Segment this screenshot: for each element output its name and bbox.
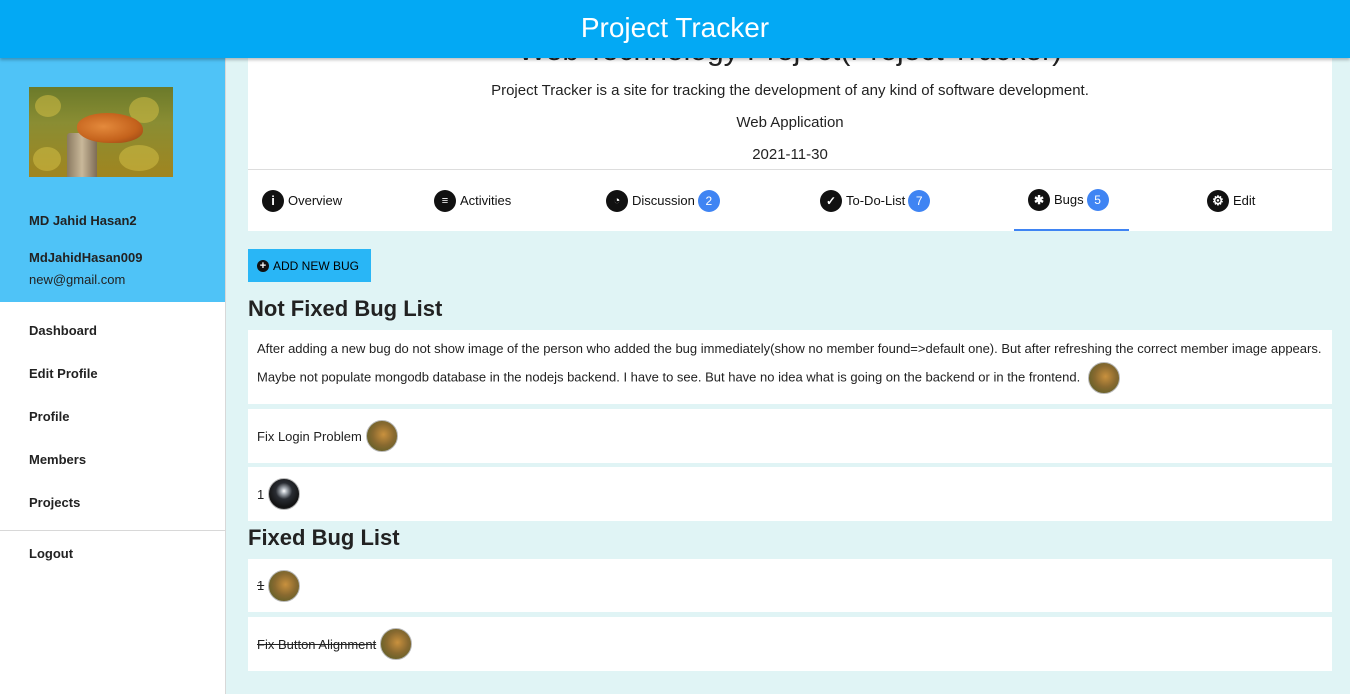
plus-circle-icon: + bbox=[257, 259, 269, 272]
tab-bugs[interactable]: ✱ Bugs 5 bbox=[1014, 170, 1129, 231]
project-description: Project Tracker is a site for tracking t… bbox=[491, 82, 1089, 99]
member-avatar bbox=[268, 478, 301, 510]
bug-icon: ✱ bbox=[1028, 188, 1050, 211]
member-avatar bbox=[380, 628, 413, 660]
nav-item-projects[interactable]: Projects bbox=[0, 481, 225, 524]
project-tabs: i Overview ≡ Activities ◔ Discussion 2 ✓… bbox=[248, 169, 1332, 231]
not-fixed-bug-list-title: Not Fixed Bug List bbox=[248, 296, 443, 321]
nav-divider bbox=[0, 530, 225, 531]
nav-item-profile[interactable]: Profile bbox=[0, 395, 225, 438]
project-date: 2021-11-30 bbox=[752, 146, 828, 163]
bugs-count-badge: 5 bbox=[1086, 188, 1109, 211]
profile-avatar bbox=[29, 87, 173, 177]
nav-item-logout[interactable]: Logout bbox=[0, 532, 225, 575]
add-new-bug-label: ADD NEW BUG bbox=[273, 258, 360, 273]
bug-item[interactable]: Fix Login Problem bbox=[248, 409, 1332, 463]
tab-label: Bugs bbox=[1054, 192, 1084, 207]
bug-text: 1 bbox=[257, 486, 265, 502]
sidebar: MD Jahid Hasan2 MdJahidHasan009 new@gmai… bbox=[0, 58, 226, 694]
member-avatar bbox=[1087, 362, 1120, 394]
fixed-bug-item[interactable]: Fix Button Alignment bbox=[248, 617, 1332, 671]
fixed-bug-item[interactable]: 1 bbox=[248, 559, 1332, 612]
project-type: Web Application bbox=[736, 114, 844, 131]
comments-icon: ◔ bbox=[606, 189, 628, 212]
app-title: Project Tracker bbox=[580, 12, 770, 43]
nav-item-dashboard[interactable]: Dashboard bbox=[0, 309, 225, 352]
tab-edit[interactable]: ⚙ Edit bbox=[1207, 170, 1255, 231]
bug-item[interactable]: 1 bbox=[248, 467, 1332, 521]
tab-label: Activities bbox=[460, 193, 512, 208]
project-title: Web Technology Project(Project Tracker) bbox=[248, 58, 1332, 68]
info-icon: i bbox=[262, 189, 284, 212]
member-avatar bbox=[365, 420, 398, 452]
tab-label: To-Do-List bbox=[846, 193, 906, 208]
user-username: MdJahidHasan009 bbox=[29, 250, 143, 265]
fixed-bug-list-title: Fixed Bug List bbox=[248, 525, 400, 550]
app-header: Project Tracker bbox=[0, 0, 1350, 58]
add-new-bug-button[interactable]: + ADD NEW BUG bbox=[248, 249, 371, 282]
member-avatar bbox=[268, 569, 301, 602]
tab-label: Overview bbox=[288, 193, 343, 208]
project-card: Web Technology Project(Project Tracker) … bbox=[248, 58, 1332, 231]
discussion-count-badge: 2 bbox=[697, 189, 720, 212]
bug-text: Fix Login Problem bbox=[257, 428, 362, 444]
tab-overview[interactable]: i Overview bbox=[262, 170, 342, 231]
tab-label: Discussion bbox=[632, 193, 695, 208]
check-circle-icon: ✓ bbox=[820, 189, 842, 212]
nav-item-members[interactable]: Members bbox=[0, 438, 225, 481]
tab-label: Edit bbox=[1233, 193, 1256, 208]
nav-item-edit-profile[interactable]: Edit Profile bbox=[0, 352, 225, 395]
bug-text: After adding a new bug do not show image… bbox=[257, 341, 1322, 385]
profile-panel: MD Jahid Hasan2 MdJahidHasan009 new@gmai… bbox=[0, 58, 225, 302]
clipboard-icon: ≡ bbox=[434, 189, 456, 212]
tab-activities[interactable]: ≡ Activities bbox=[434, 170, 511, 231]
user-name: MD Jahid Hasan2 bbox=[29, 213, 137, 228]
todo-count-badge: 7 bbox=[908, 189, 931, 212]
user-email: new@gmail.com bbox=[29, 272, 126, 287]
bug-item[interactable]: After adding a new bug do not show image… bbox=[248, 330, 1332, 404]
bug-text: 1 bbox=[257, 578, 265, 593]
tab-todo-list[interactable]: ✓ To-Do-List 7 bbox=[820, 170, 931, 231]
bug-text: Fix Button Alignment bbox=[257, 636, 377, 652]
gear-icon: ⚙ bbox=[1207, 189, 1229, 212]
tab-discussion[interactable]: ◔ Discussion 2 bbox=[606, 170, 720, 231]
